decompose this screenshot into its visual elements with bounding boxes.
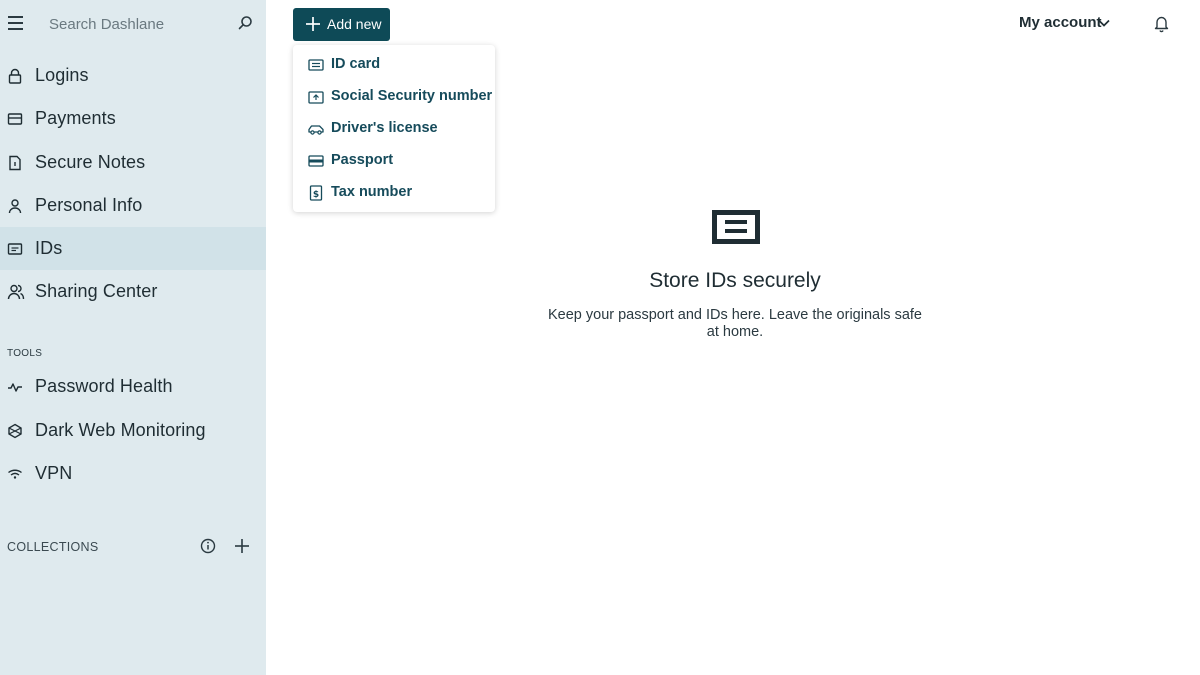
sidebar-item-vpn[interactable]: VPN — [0, 452, 266, 495]
sidebar-item-sharing-center[interactable]: Sharing Center — [0, 270, 266, 313]
search-input[interactable] — [49, 13, 219, 35]
note-icon — [9, 155, 21, 170]
collections-section-label: COLLECTIONS — [7, 540, 99, 554]
sidebar-item-label: Sharing Center — [35, 281, 158, 301]
info-icon[interactable] — [199, 537, 217, 555]
sidebar-item-dark-web-monitoring[interactable]: Dark Web Monitoring — [0, 409, 266, 452]
search-row — [0, 0, 266, 48]
dropdown-item-id-card[interactable]: ID card — [293, 49, 495, 79]
dropdown-item-drivers-license[interactable]: Driver's license — [293, 113, 495, 143]
dropdown-item-tax-number[interactable]: $ Tax number — [293, 177, 495, 207]
menu-icon[interactable] — [8, 16, 24, 30]
sidebar-item-label: Password Health — [35, 376, 173, 396]
tax-icon: $ — [309, 185, 323, 201]
dropdown-item-social-security-number[interactable]: Social Security number — [293, 81, 495, 111]
plus-icon — [306, 17, 320, 31]
dropdown-item-label: Driver's license — [331, 120, 438, 136]
sidebar-item-label: Logins — [35, 65, 89, 85]
person-icon — [8, 198, 22, 213]
dropdown-item-label: Passport — [331, 152, 394, 168]
sidebar-item-label: Payments — [35, 108, 116, 128]
tools-section-label: TOOLS — [7, 348, 43, 359]
empty-state-description: Keep your passport and IDs here. Leave t… — [547, 307, 922, 340]
add-new-button[interactable]: Add new — [293, 8, 390, 41]
add-new-label: Add new — [327, 16, 382, 32]
sidebar-item-label: Secure Notes — [35, 152, 146, 172]
empty-state-title: Store IDs securely — [649, 269, 821, 292]
dropdown-item-label: Tax number — [331, 184, 413, 200]
social-security-icon — [308, 91, 324, 104]
id-card-icon — [308, 59, 324, 71]
dropdown-item-passport[interactable]: Passport — [293, 145, 495, 175]
sidebar-item-secure-notes[interactable]: Secure Notes — [0, 141, 266, 184]
svg-text:$: $ — [313, 190, 319, 200]
sidebar-item-payments[interactable]: Payments — [0, 97, 266, 140]
sidebar-item-label: VPN — [35, 463, 73, 483]
search-icon[interactable] — [236, 14, 254, 32]
sidebar-item-ids[interactable]: IDs — [0, 227, 266, 270]
id-card-illustration-icon — [712, 210, 760, 244]
wifi-icon — [8, 469, 22, 479]
my-account-button[interactable]: My account — [1019, 14, 1102, 31]
pulse-icon — [8, 382, 22, 392]
chevron-down-icon[interactable] — [1097, 16, 1111, 30]
sidebar-item-label: Personal Info — [35, 195, 143, 215]
dropdown-item-label: Social Security number — [331, 88, 493, 104]
sidebar-item-personal-info[interactable]: Personal Info — [0, 184, 266, 227]
car-icon — [308, 125, 324, 135]
sidebar-item-label: IDs — [35, 238, 63, 258]
lock-icon — [8, 68, 22, 84]
add-collection-icon[interactable] — [233, 537, 251, 555]
bell-icon[interactable] — [1153, 14, 1170, 33]
card-icon — [7, 112, 23, 125]
sidebar-item-logins[interactable]: Logins — [0, 54, 266, 97]
sharing-icon — [7, 284, 25, 299]
passport-icon — [308, 155, 324, 167]
add-new-dropdown: ID card Social Security number Driver's … — [293, 45, 495, 212]
sidebar-item-password-health[interactable]: Password Health — [0, 365, 266, 408]
dropdown-item-label: ID card — [331, 56, 381, 72]
sidebar-item-label: Dark Web Monitoring — [35, 420, 206, 440]
sidebar: Logins Payments Secure Notes Personal In… — [0, 0, 266, 675]
id-icon — [7, 242, 23, 255]
dark-web-icon — [8, 423, 22, 438]
